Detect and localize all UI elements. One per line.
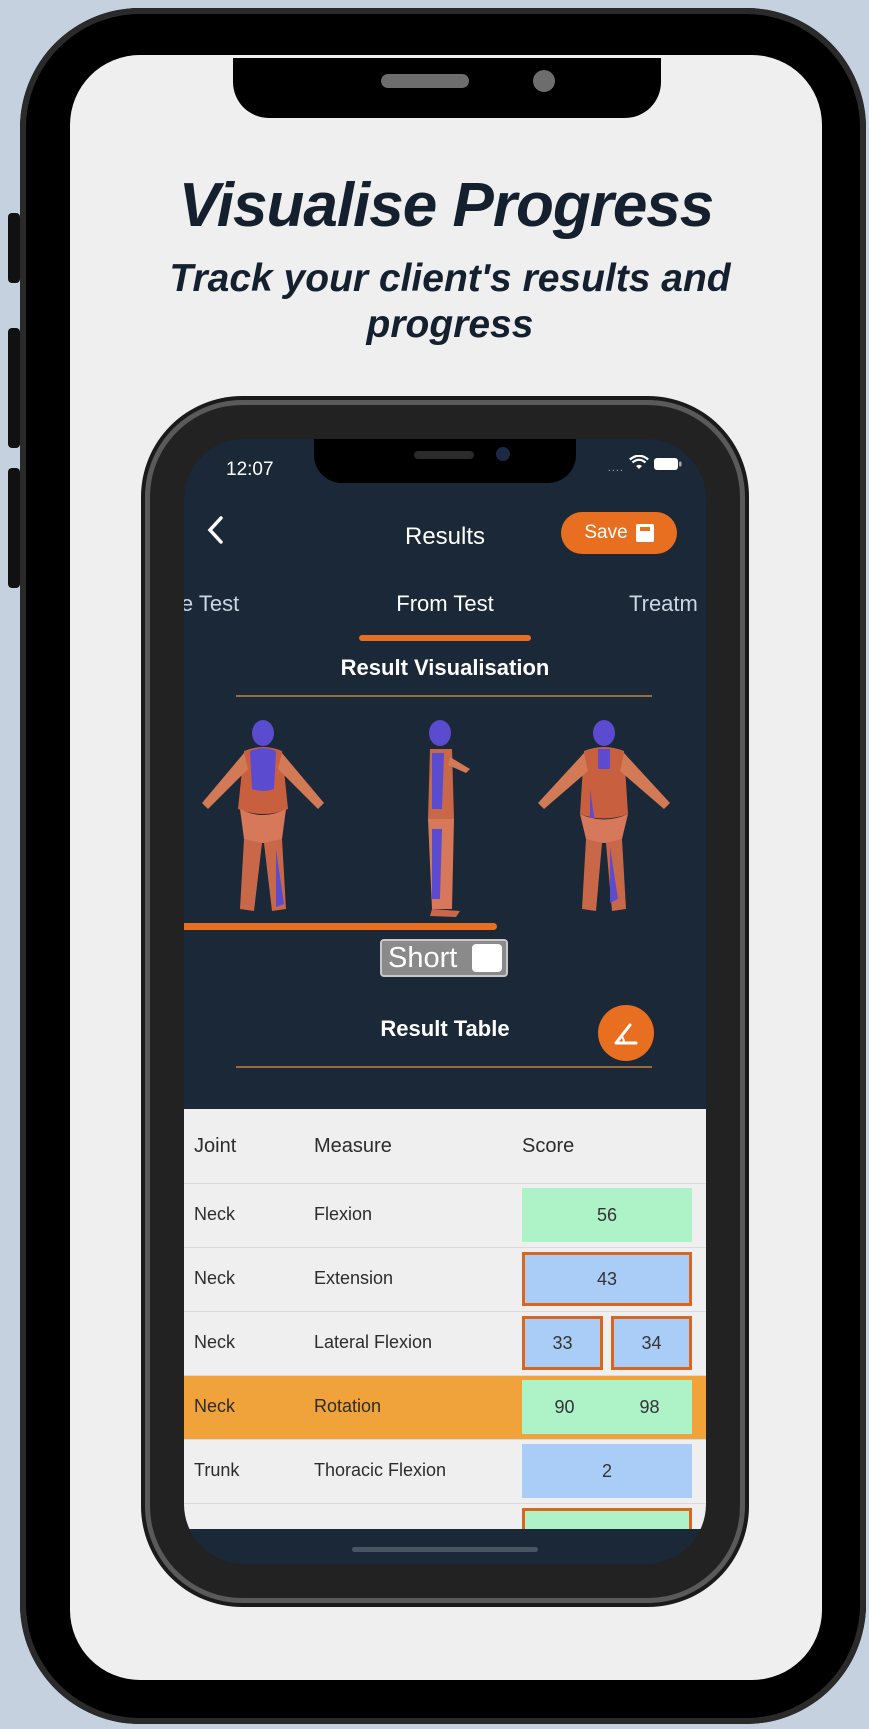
camera-icon [533, 70, 555, 92]
promo-subheadline: Track your client's results and progress [169, 257, 731, 346]
joint-cell: Neck [194, 1268, 236, 1288]
app-screen: 12:07 .... Results Save ie Test From Tes… [184, 439, 706, 1564]
score-cell-left: 90 [522, 1380, 607, 1434]
side-button [8, 468, 20, 588]
floppy-disk-icon [635, 524, 654, 542]
save-button[interactable]: Save [561, 512, 677, 554]
score-cell: 43 [522, 1252, 692, 1306]
wifi-icon [629, 454, 654, 475]
visualisation-slider[interactable] [184, 923, 497, 930]
body-side-view [428, 720, 470, 917]
short-toggle-label: Short [388, 941, 458, 974]
status-icons: .... [607, 454, 682, 476]
table-row[interactable]: Trunk Thoracic Flexion 2 [184, 1439, 706, 1503]
toggle-knob [472, 944, 502, 972]
table-row[interactable]: Neck Lateral Flexion 33 34 [184, 1311, 706, 1375]
table-row-selected[interactable]: Neck Rotation 90 98 [184, 1375, 706, 1439]
score-cell: 2 [522, 1444, 692, 1498]
status-time: 12:07 [226, 459, 274, 480]
column-header-joint: Joint [194, 1135, 237, 1157]
app-notch [314, 439, 576, 483]
angle-measure-button[interactable] [598, 1005, 654, 1061]
divider [236, 695, 652, 697]
measure-cell: Rotation [314, 1396, 382, 1416]
speaker-grille [381, 74, 469, 88]
joint-cell: Trunk [194, 1460, 240, 1480]
signal-icon: .... [607, 462, 624, 474]
speaker-grille [414, 451, 474, 459]
joint-cell: Neck [194, 1332, 236, 1352]
camera-icon [496, 447, 510, 461]
score-cell-right: 34 [611, 1316, 692, 1370]
measure-cell: Flexion [314, 1204, 373, 1224]
score-cell-right: 98 [607, 1380, 692, 1434]
table-row[interactable]: Neck Flexion 56 [184, 1183, 706, 1247]
body-front-view [538, 720, 670, 911]
result-table: Joint Measure Score Neck Flexion 56 Neck… [184, 1109, 706, 1538]
table-row-partial[interactable] [184, 1503, 706, 1538]
column-header-score: Score [522, 1135, 575, 1157]
short-toggle[interactable]: Short [380, 939, 508, 977]
score-cell-left: 33 [522, 1316, 603, 1370]
angle-icon [614, 1023, 638, 1045]
promo-headline: Visualise Progress [178, 171, 715, 240]
column-header-measure: Measure [314, 1135, 392, 1157]
save-label: Save [584, 522, 628, 543]
battery-icon [654, 455, 682, 475]
tab-treatment[interactable]: Treatm [629, 591, 698, 617]
joint-cell: Neck [194, 1204, 236, 1224]
measure-cell: Lateral Flexion [314, 1332, 433, 1352]
app-phone-frame: 12:07 .... Results Save ie Test From Tes… [150, 405, 740, 1598]
score-cell: 56 [522, 1188, 692, 1242]
visualisation-title: Result Visualisation [340, 655, 550, 680]
table-row[interactable]: Neck Extension 43 [184, 1247, 706, 1311]
device-notch [233, 58, 661, 118]
side-button [8, 328, 20, 448]
side-button [8, 213, 20, 283]
active-tab-indicator [359, 635, 531, 641]
divider [236, 1066, 652, 1068]
home-indicator[interactable] [352, 1547, 538, 1552]
measure-cell: Thoracic Flexion [314, 1460, 447, 1480]
tab-from-test[interactable]: From Test [184, 591, 706, 617]
joint-cell: Neck [194, 1396, 236, 1416]
measure-cell: Extension [314, 1268, 394, 1288]
body-back-view [202, 720, 324, 911]
